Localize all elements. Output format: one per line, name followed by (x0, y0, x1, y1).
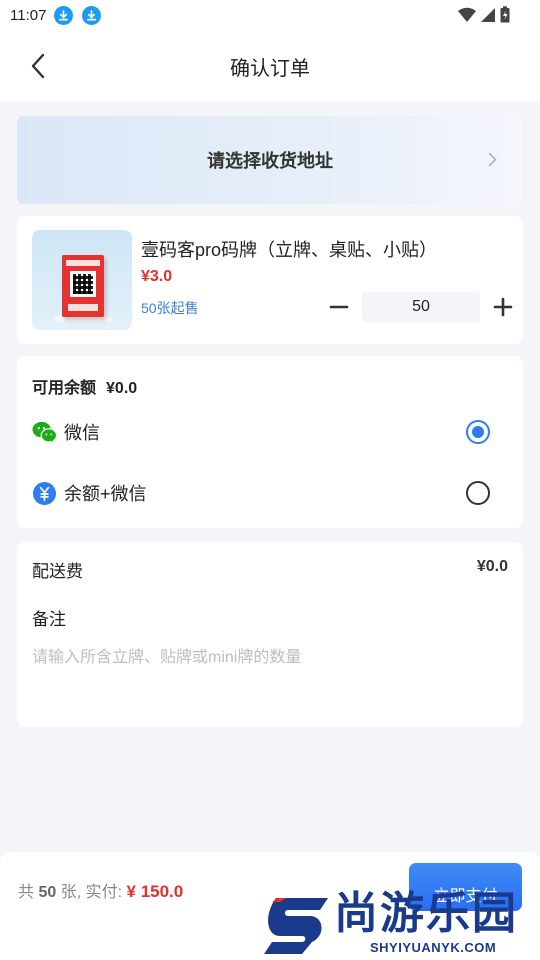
product-name: 壹码客pro码牌（立牌、桌贴、小贴） (141, 240, 438, 260)
product-card: 壹码客pro码牌（立牌、桌贴、小贴） ¥3.0 50张起售 (17, 216, 523, 344)
quantity-input[interactable] (362, 292, 480, 322)
balance-label: 可用余额 (32, 380, 97, 397)
status-indicators (458, 6, 510, 23)
yuan-balance-icon (32, 481, 57, 505)
pay-option-label: 余额+微信 (64, 484, 147, 504)
status-bar: 11:07 (0, 0, 540, 30)
wechat-icon (32, 421, 57, 442)
download-icon (82, 5, 102, 25)
status-time: 11:07 (10, 6, 47, 24)
watermark-text: 尚游乐园 (334, 889, 518, 938)
order-extras-card: 配送费 ¥0.0 备注 (17, 542, 523, 727)
watermark-s-icon (264, 898, 328, 954)
pay-option-label: 微信 (64, 423, 100, 443)
product-price: ¥3.0 (141, 268, 173, 285)
watermark-url: SHYIYUANYK.COM (370, 940, 497, 955)
summary-suffix: 张, 实付: (60, 884, 123, 901)
radio-unselected[interactable] (466, 481, 490, 505)
watermark-logo: 尚游乐园 SHYIYUANYK.COM (262, 888, 540, 960)
order-summary: 共 50 张, 实付: ¥ 150.0 (18, 878, 183, 902)
available-balance: 可用余额 ¥0.0 (32, 374, 147, 398)
balance-value: ¥0.0 (106, 380, 138, 397)
radio-selected[interactable] (466, 420, 490, 444)
app-header: 确认订单 (0, 30, 540, 102)
address-selector[interactable]: 请选择收货地址 (17, 116, 523, 204)
summary-count: 50 (38, 884, 57, 901)
remark-input[interactable] (32, 642, 502, 674)
chevron-right-icon (488, 152, 497, 167)
signal-icon (481, 7, 495, 22)
pay-option-balance-wechat[interactable]: 余额+微信 (17, 473, 523, 513)
battery-icon (500, 6, 510, 23)
increase-button[interactable] (489, 292, 517, 322)
summary-prefix: 共 (18, 884, 35, 901)
download-icon (54, 5, 74, 25)
plus-icon (493, 297, 513, 317)
delivery-fee-label: 配送费 (32, 562, 83, 581)
back-button[interactable] (24, 52, 52, 80)
wifi-icon (458, 7, 476, 22)
address-prompt: 请选择收货地址 (207, 151, 333, 171)
pay-option-wechat[interactable]: 微信 (17, 412, 523, 452)
remark-label: 备注 (32, 610, 66, 629)
summary-total: ¥ 150.0 (126, 882, 184, 901)
page-title: 确认订单 (230, 57, 310, 80)
payment-card: 可用余额 ¥0.0 微信 余额+微信 (17, 356, 523, 528)
decrease-button[interactable] (325, 292, 353, 322)
qr-code-icon (70, 271, 96, 297)
product-image (32, 230, 132, 330)
delivery-fee-value: ¥0.0 (476, 558, 508, 575)
minus-icon (329, 305, 349, 309)
quantity-stepper (325, 292, 517, 322)
min-order-note: 50张起售 (141, 300, 199, 316)
chevron-left-icon (31, 53, 45, 79)
